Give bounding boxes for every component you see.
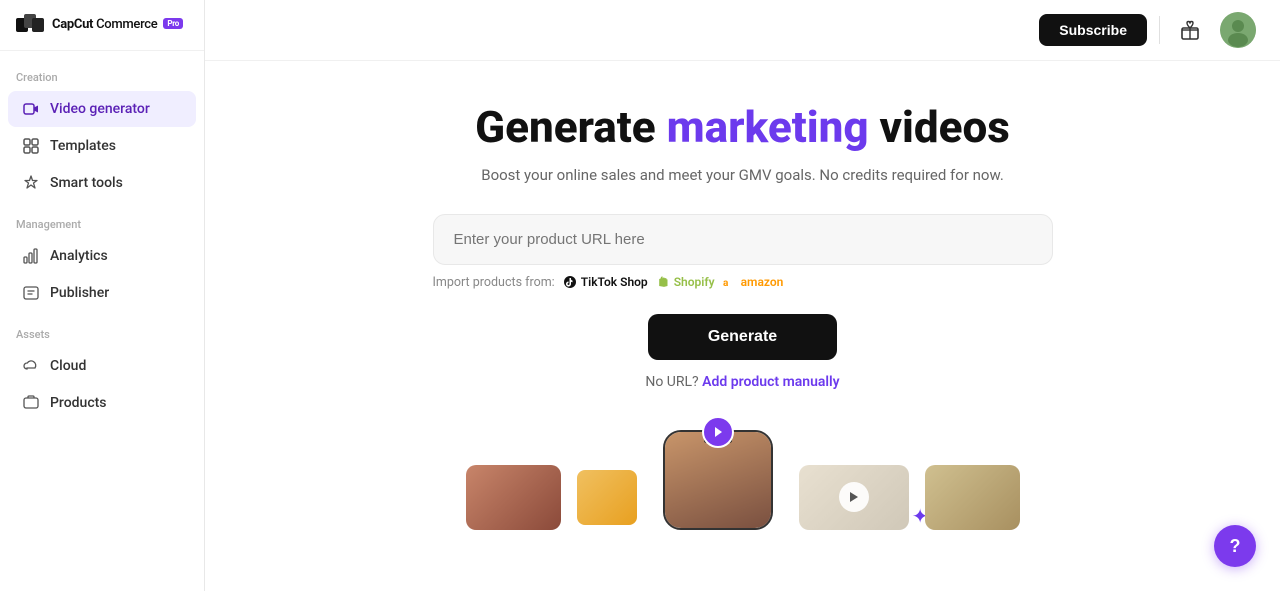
avatar[interactable] (1220, 12, 1256, 48)
add-product-manually-link[interactable]: Add product manually (702, 374, 839, 390)
phone-wrapper (653, 430, 783, 530)
sidebar-item-cloud[interactable]: Cloud (8, 348, 196, 384)
sidebar-item-label: Publisher (50, 285, 109, 301)
templates-icon (22, 137, 40, 155)
preview-strip: ✦ (205, 430, 1280, 530)
hero-title: Generate marketing videos (413, 101, 1073, 154)
smart-tools-icon (22, 174, 40, 192)
assets-section: Assets Cloud Products (0, 324, 204, 422)
preview-card-1 (466, 465, 561, 530)
logo-text: CapCut Commerce Pro (52, 18, 183, 32)
hero-subtitle: Boost your online sales and meet your GM… (413, 166, 1073, 184)
creation-label: Creation (0, 67, 204, 90)
header: Subscribe (205, 0, 1280, 61)
header-divider (1159, 16, 1160, 44)
cloud-icon (22, 357, 40, 375)
preview-card-2 (577, 470, 637, 525)
hero-section: Generate marketing videos Boost your onl… (393, 101, 1093, 420)
publisher-icon (22, 284, 40, 302)
video-generator-icon (22, 100, 40, 118)
play-button-small (839, 482, 869, 512)
sidebar-item-label: Analytics (50, 248, 108, 264)
analytics-icon (22, 247, 40, 265)
preview-card-3 (925, 465, 1020, 530)
preview-card-play: ✦ (799, 465, 909, 530)
help-button[interactable]: ? (1214, 525, 1256, 567)
svg-text:a: a (723, 278, 729, 289)
sidebar-item-publisher[interactable]: Publisher (8, 275, 196, 311)
assets-label: Assets (0, 324, 204, 347)
url-input-wrapper (433, 214, 1053, 265)
no-url-row: No URL? Add product manually (413, 374, 1073, 390)
logo-icon (16, 14, 44, 36)
gift-button[interactable] (1172, 12, 1208, 48)
sidebar-item-analytics[interactable]: Analytics (8, 238, 196, 274)
sidebar-item-label: Templates (50, 138, 116, 154)
capcut-overlay-icon (702, 416, 734, 448)
sidebar-item-label: Smart tools (50, 175, 123, 191)
tiktok-shop-badge: TikTok Shop (563, 275, 648, 289)
management-section: Management Analytics Publisher (0, 214, 204, 312)
pro-badge: Pro (163, 18, 183, 29)
main-area: Generate marketing videos Boost your onl… (205, 61, 1280, 591)
sidebar: CapCut Commerce Pro Creation Video gener… (0, 0, 205, 591)
subscribe-button[interactable]: Subscribe (1039, 14, 1147, 46)
main-content: Subscribe Generate marketing videos (205, 0, 1280, 591)
sidebar-item-products[interactable]: Products (8, 385, 196, 421)
sidebar-item-templates[interactable]: Templates (8, 128, 196, 164)
creation-section: Creation Video generator Templates (0, 67, 204, 202)
sidebar-item-label: Products (50, 395, 107, 411)
shopify-badge: Shopify (656, 275, 715, 289)
management-label: Management (0, 214, 204, 237)
generate-button[interactable]: Generate (648, 314, 837, 360)
logo: CapCut Commerce Pro (0, 0, 204, 51)
sidebar-item-smart-tools[interactable]: Smart tools (8, 165, 196, 201)
import-label: Import products from: (433, 275, 555, 290)
sidebar-item-label: Video generator (50, 101, 150, 117)
sidebar-item-video-generator[interactable]: Video generator (8, 91, 196, 127)
sidebar-item-label: Cloud (50, 358, 86, 374)
url-input[interactable] (433, 214, 1053, 265)
amazon-badge: a amazon (723, 275, 784, 289)
products-icon (22, 394, 40, 412)
import-row: Import products from: TikTok Shop Shopif… (433, 275, 1053, 290)
